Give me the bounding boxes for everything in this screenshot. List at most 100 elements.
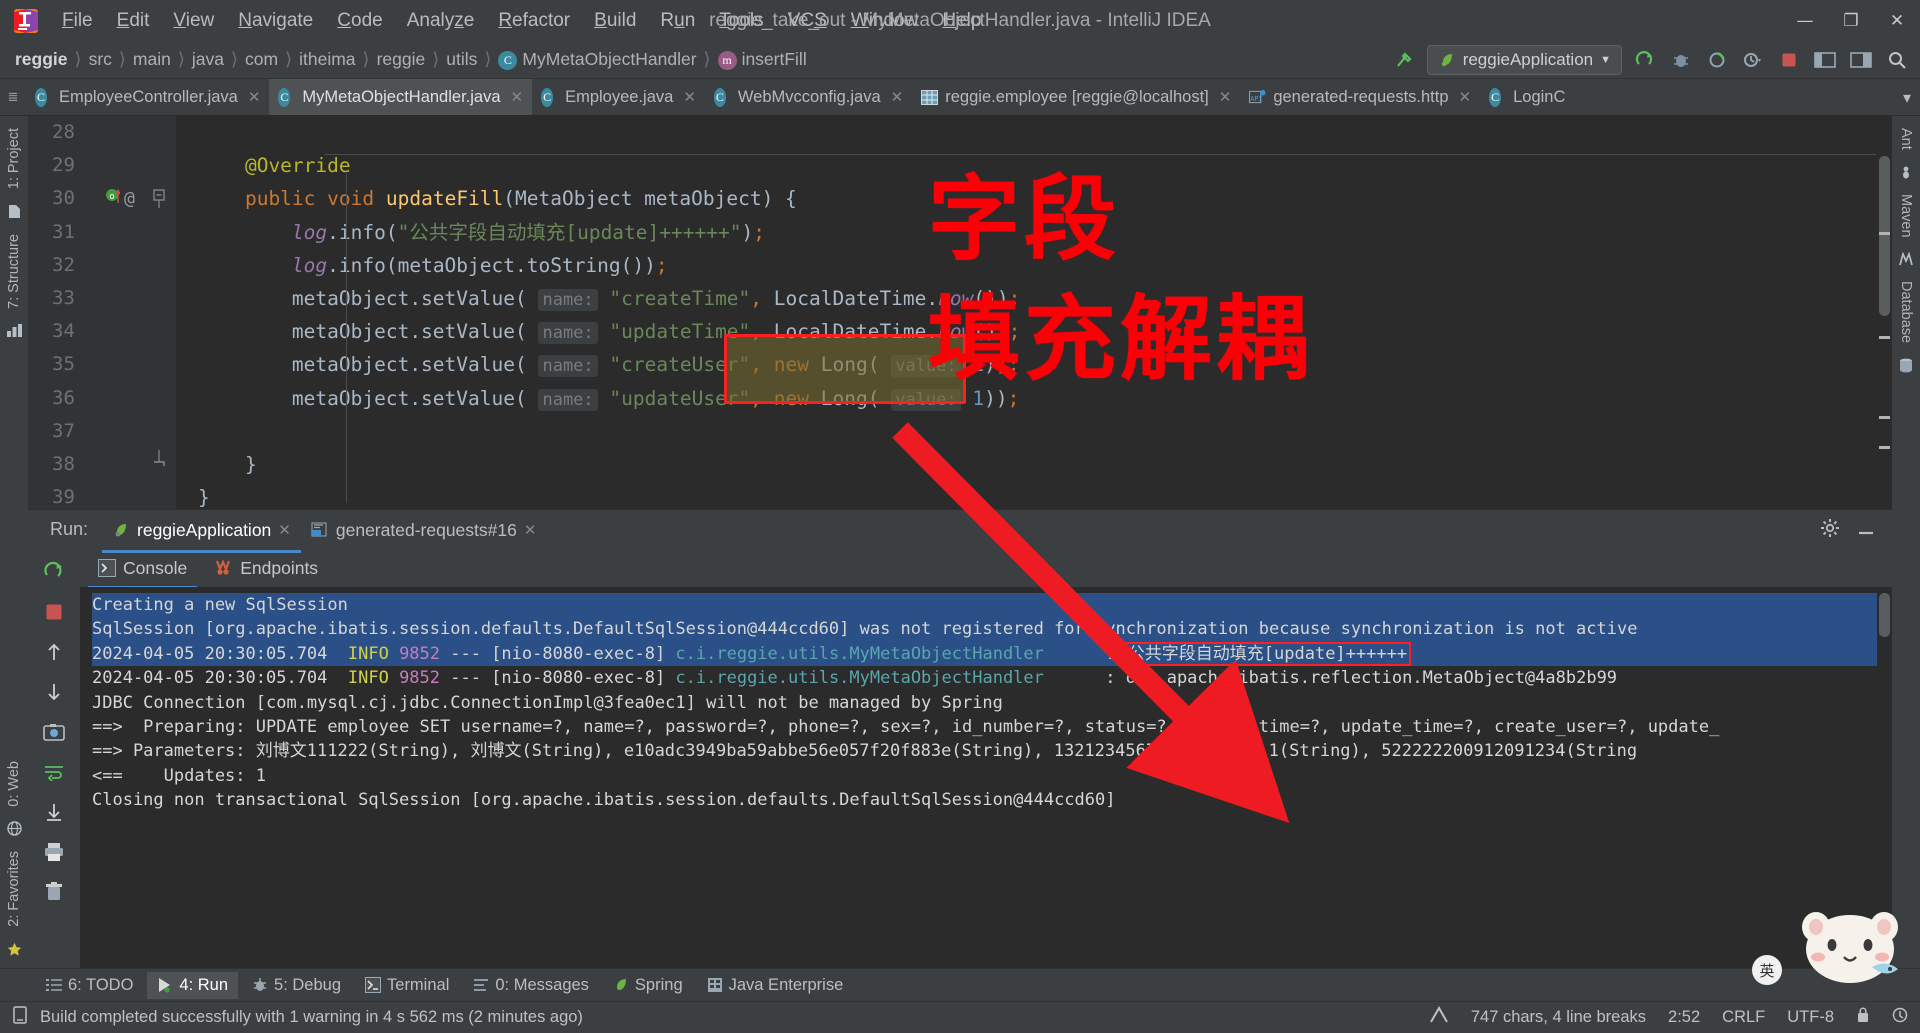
line-separator[interactable]: CRLF <box>1722 1008 1765 1027</box>
menu-item-code[interactable]: Code <box>325 7 394 35</box>
sidebar-item-maven[interactable]: Maven <box>1894 186 1918 246</box>
bottom-tab-spring[interactable]: Spring <box>603 972 693 999</box>
tabs-overflow-chevron-icon[interactable]: ▾ <box>1894 79 1920 115</box>
minimize-button[interactable]: — <box>1782 0 1828 41</box>
console-scrollbar[interactable] <box>1877 587 1892 968</box>
breadcrumb-item-0[interactable]: reggie <box>10 49 73 70</box>
menu-item-analyze[interactable]: Analyze <box>395 7 487 35</box>
caret-position[interactable]: 2:52 <box>1668 1008 1700 1027</box>
menu-item-refactor[interactable]: Refactor <box>486 7 582 35</box>
menu-item-window[interactable]: Window <box>839 7 931 35</box>
bottom-tab-terminal[interactable]: Terminal <box>355 972 459 999</box>
breadcrumb-item-8[interactable]: C MyMetaObjectHandler <box>493 49 701 70</box>
camera-icon[interactable] <box>41 719 67 745</box>
favorites-star-icon[interactable] <box>7 942 22 957</box>
menu-item-build[interactable]: Build <box>582 7 648 35</box>
menu-item-tools[interactable]: Tools <box>707 7 775 35</box>
bottom-tab-run[interactable]: 4: Run <box>147 971 239 999</box>
close-icon[interactable]: ✕ <box>248 88 261 106</box>
ant-icon[interactable] <box>1899 165 1913 179</box>
close-icon[interactable]: ✕ <box>891 88 904 106</box>
editor-tab-5[interactable]: API generated-requests.http ✕ <box>1240 79 1480 115</box>
close-icon[interactable]: ✕ <box>278 521 291 539</box>
run-configuration-selector[interactable]: reggieApplication ▼ <box>1426 44 1622 75</box>
minimize-icon[interactable] <box>1856 518 1876 542</box>
editor-tab-1[interactable]: C MyMetaObjectHandler.java ✕ <box>269 79 533 115</box>
menu-item-help[interactable]: Help <box>930 7 993 35</box>
sidebar-item-database[interactable]: Database <box>1894 273 1918 351</box>
breadcrumb-item-4[interactable]: com <box>240 49 283 70</box>
sidebar-item-structure[interactable]: 7: Structure <box>2 226 26 317</box>
lock-icon[interactable] <box>1856 1007 1870 1028</box>
stop-icon[interactable] <box>1776 47 1802 73</box>
breadcrumb-item-5[interactable]: itheima <box>294 49 360 70</box>
sidebar-item-project[interactable]: 1: Project <box>2 120 26 197</box>
tab-console[interactable]: Console <box>88 550 198 589</box>
maximize-button[interactable]: ❐ <box>1828 0 1874 41</box>
profile-icon[interactable] <box>1740 47 1766 73</box>
structure-view-icon[interactable] <box>1848 47 1874 73</box>
git-branch-icon[interactable] <box>1429 1005 1449 1029</box>
editor-tab-0[interactable]: C EmployeeController.java ✕ <box>26 79 269 115</box>
sidebar-item-ant[interactable]: Ant <box>1894 120 1918 158</box>
code-editor[interactable]: 28 29 30 o @ 31 32 33 34 35 36 37 38 39 … <box>28 116 1892 509</box>
console-output[interactable]: Creating a new SqlSession SqlSession [or… <box>80 587 1892 968</box>
structure-icon[interactable] <box>6 324 22 338</box>
bottom-tab-todo[interactable]: 6: TODO <box>36 972 143 999</box>
trash-icon[interactable] <box>41 879 67 905</box>
editor-scroll-thumb[interactable] <box>1879 156 1890 316</box>
build-hammer-icon[interactable] <box>1391 47 1417 73</box>
breadcrumb-item-7[interactable]: utils <box>441 49 482 70</box>
close-button[interactable]: ✕ <box>1874 0 1920 41</box>
print-icon[interactable] <box>41 839 67 865</box>
menu-item-view[interactable]: View <box>161 7 226 35</box>
editor-scrollbar[interactable] <box>1876 116 1892 509</box>
bottom-tab-messages[interactable]: 0: Messages <box>463 972 599 999</box>
console-scroll-thumb[interactable] <box>1879 593 1890 637</box>
layout-icon[interactable] <box>1812 47 1838 73</box>
stop-icon[interactable] <box>41 599 67 625</box>
tab-endpoints[interactable]: Endpoints <box>203 550 328 587</box>
chevron-down-icon[interactable]: ▼ <box>1600 54 1611 66</box>
web-globe-icon[interactable] <box>6 821 22 836</box>
close-icon[interactable]: ✕ <box>524 521 537 539</box>
close-icon[interactable]: ✕ <box>1459 88 1472 106</box>
breadcrumb-item-3[interactable]: java <box>187 49 229 70</box>
breadcrumb-item-1[interactable]: src <box>84 49 117 70</box>
breadcrumb-item-6[interactable]: reggie <box>372 49 431 70</box>
down-icon[interactable] <box>41 679 67 705</box>
fold-end-icon[interactable] <box>152 449 166 485</box>
menu-item-vcs[interactable]: VCS <box>776 7 839 35</box>
editor-tab-4[interactable]: reggie.employee [reggie@localhost] ✕ <box>912 79 1240 115</box>
search-icon[interactable] <box>1884 47 1910 73</box>
editor-tab-6[interactable]: C LoginC <box>1480 79 1574 115</box>
bottom-tab-debug[interactable]: 5: Debug <box>242 972 351 999</box>
close-icon[interactable]: ✕ <box>511 88 524 106</box>
soft-wrap-icon[interactable] <box>41 759 67 785</box>
debug-icon[interactable] <box>1668 47 1694 73</box>
maven-icon[interactable] <box>1899 252 1913 266</box>
project-files-icon[interactable] <box>7 204 22 219</box>
editor-gutter[interactable]: 28 29 30 o @ 31 32 33 34 35 36 37 38 39 <box>28 116 176 509</box>
coverage-icon[interactable] <box>1704 47 1730 73</box>
run-tab-generated-requests[interactable]: generated-requests#16 ✕ <box>301 513 547 547</box>
up-icon[interactable] <box>41 639 67 665</box>
editor-tab-3[interactable]: C WebMvcconfig.java ✕ <box>705 79 912 115</box>
breadcrumb-item-9[interactable]: m insertFill <box>713 49 812 70</box>
breadcrumb-item-2[interactable]: main <box>128 49 176 70</box>
menu-item-file[interactable]: File <box>50 7 105 35</box>
bottom-tab-java-enterprise[interactable]: Java Enterprise <box>697 972 854 999</box>
tabs-list-icon[interactable]: ≣ <box>0 79 26 115</box>
sidebar-item-favorites[interactable]: 2: Favorites <box>2 843 26 935</box>
close-icon[interactable]: ✕ <box>683 88 696 106</box>
menu-item-edit[interactable]: Edit <box>105 7 162 35</box>
scroll-to-end-icon[interactable] <box>41 799 67 825</box>
database-icon[interactable] <box>1899 358 1913 373</box>
menu-item-navigate[interactable]: Navigate <box>226 7 325 35</box>
file-encoding[interactable]: UTF-8 <box>1787 1008 1834 1027</box>
editor-tab-2[interactable]: C Employee.java ✕ <box>532 79 705 115</box>
run-icon[interactable] <box>1632 47 1658 73</box>
close-icon[interactable]: ✕ <box>1219 88 1232 106</box>
rerun-icon[interactable] <box>41 559 67 585</box>
menu-item-run[interactable]: Run <box>648 7 707 35</box>
